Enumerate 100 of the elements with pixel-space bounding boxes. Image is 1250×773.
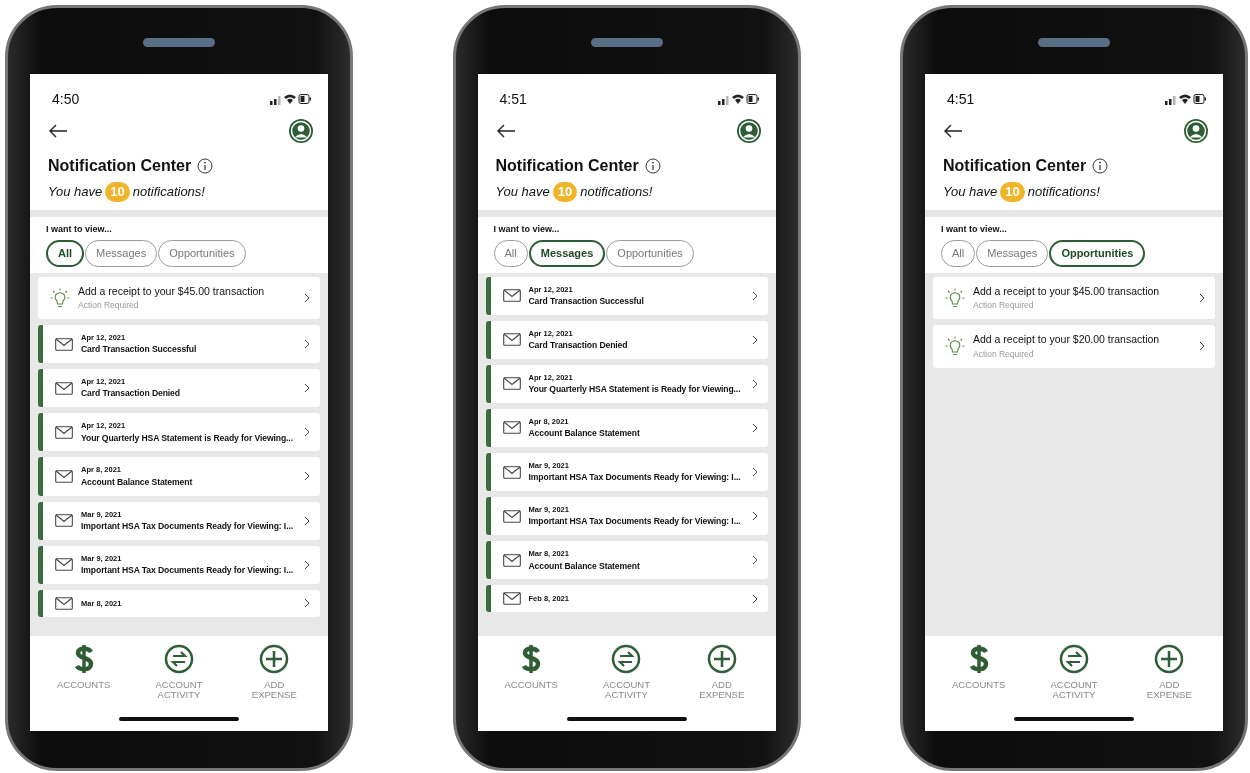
lightbulb-icon	[945, 336, 965, 357]
chevron-right-icon	[1199, 292, 1205, 303]
count-text: You have	[495, 183, 550, 201]
status-icons-drawing	[1165, 93, 1207, 105]
filter-chip[interactable]: All	[941, 240, 976, 267]
dollar-icon	[72, 644, 95, 674]
status-time: 4:51	[947, 89, 975, 109]
envelope-icon	[55, 596, 73, 610]
chevron-right-icon	[304, 559, 310, 570]
filter-chip[interactable]: Messages	[528, 240, 606, 267]
avatar-icon[interactable]	[1183, 118, 1209, 144]
notification-title: Add a receipt to your $45.00 transaction	[78, 283, 266, 299]
info-icon[interactable]	[197, 158, 214, 174]
tab-bar-item[interactable]: ADD EXPENSE	[229, 644, 320, 731]
envelope-icon	[502, 421, 521, 435]
speaker-slot	[143, 38, 215, 47]
message-title: Important HSA Tax Documents Ready for Viewing: I...	[81, 563, 294, 577]
envelope-icon	[502, 553, 521, 567]
info-icon[interactable]	[644, 158, 661, 174]
filter-chip[interactable]: Opportunities	[606, 240, 694, 267]
opportunity-card[interactable]: Add a receipt to your $45.00 transaction Action Required	[38, 276, 320, 319]
chevron-right-icon	[751, 555, 758, 566]
filter-label: I want to view...	[941, 222, 1008, 236]
envelope-icon	[502, 592, 521, 606]
chevron-right-icon	[751, 467, 758, 478]
notification-title: Add a receipt to your $45.00 transaction	[973, 283, 1161, 299]
message-title: Account Balance Statement	[81, 475, 194, 489]
page-title: Notification Center	[943, 156, 1087, 176]
tab-bar-item[interactable]: ADD EXPENSE	[676, 644, 767, 731]
chevron-right-icon	[751, 378, 758, 389]
count-text: You have	[48, 183, 103, 201]
envelope-icon	[502, 289, 521, 303]
tab-bar-item[interactable]: ACCOUNTS	[933, 644, 1024, 731]
count-badge: 10	[552, 182, 578, 202]
filter-chip[interactable]: All	[493, 240, 528, 267]
count-badge: 10	[1000, 182, 1025, 202]
page-title: Notification Center	[495, 156, 639, 176]
chevron-right-icon	[304, 515, 310, 526]
message-title: Card Transaction Successful	[81, 343, 198, 357]
notification-subtitle: Action Required	[78, 299, 140, 312]
count-text: notifications!	[580, 183, 653, 201]
notification-subtitle: Action Required	[973, 299, 1035, 312]
filter-chip[interactable]: Opportunities	[1049, 240, 1146, 267]
chevron-right-icon	[751, 334, 758, 345]
chevron-right-icon	[304, 383, 310, 394]
message-title: Card Transaction Successful	[528, 294, 645, 308]
tab-bar-item[interactable]: ACCOUNT ACTIVITY	[134, 644, 224, 731]
plus-icon	[706, 644, 737, 674]
lightbulb-icon	[945, 287, 965, 308]
tab-bar-item[interactable]: ACCOUNT ACTIVITY	[1029, 644, 1119, 731]
status-icons-drawing	[717, 93, 760, 105]
filter-chip[interactable]: All	[46, 240, 85, 267]
chevron-right-icon	[304, 427, 310, 438]
page-title: Notification Center	[48, 156, 192, 176]
envelope-icon	[55, 425, 73, 439]
back-arrow-icon[interactable]	[943, 124, 963, 138]
message-title: Your Quarterly HSA Statement is Ready for Viewing...	[528, 383, 742, 396]
tab-bar-item[interactable]: ACCOUNT ACTIVITY	[581, 644, 672, 731]
message-title: Your Quarterly HSA Statement is Ready for Viewing...	[81, 431, 294, 445]
message-title: Card Transaction Denied	[528, 338, 629, 352]
envelope-icon	[502, 509, 521, 523]
status-time: 4:50	[52, 89, 80, 109]
chevron-right-icon	[751, 290, 758, 301]
message-title: Account Balance Statement	[528, 559, 641, 573]
opportunity-card[interactable]: Add a receipt to your $20.00 transaction Action Required	[933, 325, 1215, 368]
message-title: Account Balance Statement	[528, 427, 641, 441]
speaker-slot	[1038, 38, 1110, 47]
envelope-icon	[502, 333, 521, 347]
filter-chip[interactable]: Messages	[85, 240, 158, 267]
filter-label: I want to view...	[46, 222, 113, 236]
back-arrow-icon[interactable]	[48, 124, 68, 138]
envelope-icon	[502, 377, 521, 391]
avatar-icon[interactable]	[288, 118, 314, 144]
count-text: You have	[943, 183, 998, 201]
message-title: Important HSA Tax Documents Ready for Viewing: I...	[528, 515, 742, 529]
chevron-right-icon	[751, 511, 758, 522]
plus-icon	[259, 644, 290, 674]
opportunity-card[interactable]: Add a receipt to your $45.00 transaction Action Required	[933, 276, 1215, 319]
dollar-icon	[520, 644, 543, 674]
envelope-icon	[55, 470, 73, 483]
envelope-icon	[55, 381, 73, 395]
count-text: notifications!	[1027, 183, 1100, 201]
chevron-right-icon	[304, 292, 310, 303]
envelope-icon	[55, 337, 73, 351]
back-arrow-icon[interactable]	[495, 124, 516, 138]
avatar-icon[interactable]	[735, 118, 762, 144]
dollar-icon	[967, 644, 990, 674]
info-icon[interactable]	[1092, 158, 1109, 174]
chevron-right-icon	[304, 598, 310, 609]
filter-chip[interactable]: Messages	[976, 240, 1049, 267]
message-title: Card Transaction Denied	[81, 387, 181, 401]
filter-chip[interactable]: Opportunities	[158, 240, 246, 267]
filter-label: I want to view...	[493, 222, 561, 236]
lightbulb-icon	[50, 287, 70, 308]
message-title: Important HSA Tax Documents Ready for Viewing: I...	[528, 471, 742, 485]
tab-bar-item[interactable]: ACCOUNTS	[38, 644, 129, 731]
exchange-icon	[611, 644, 642, 674]
tab-bar-item[interactable]: ADD EXPENSE	[1124, 644, 1215, 731]
tab-bar-item[interactable]: ACCOUNTS	[486, 644, 577, 731]
count-badge: 10	[105, 182, 130, 202]
